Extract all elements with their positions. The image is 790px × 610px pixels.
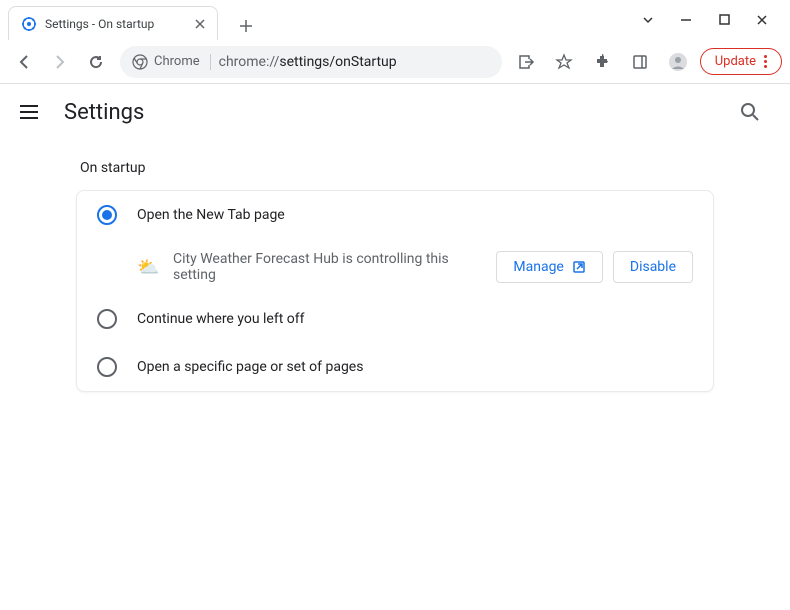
update-label: Update	[715, 54, 756, 69]
bookmark-star-icon[interactable]	[548, 46, 580, 78]
maximize-icon[interactable]	[714, 10, 734, 30]
radio-selected[interactable]	[97, 205, 117, 225]
startup-card: Open the New Tab page ⛅ City Weather For…	[76, 190, 714, 392]
minimize-icon[interactable]	[676, 10, 696, 30]
hamburger-menu-icon[interactable]	[20, 100, 44, 124]
browser-toolbar: Chrome chrome://settings/onStartup Updat…	[0, 40, 790, 84]
option-label: Continue where you left off	[137, 311, 305, 327]
weather-icon: ⛅	[137, 257, 157, 277]
chrome-chip-label: Chrome	[154, 54, 200, 69]
close-icon[interactable]	[752, 10, 772, 30]
chrome-icon	[132, 54, 148, 70]
address-bar[interactable]: Chrome chrome://settings/onStartup	[120, 46, 502, 78]
dropdown-icon[interactable]	[638, 10, 658, 30]
url-text: chrome://settings/onStartup	[219, 54, 397, 70]
tab-title: Settings - On startup	[45, 17, 187, 31]
option-label: Open a specific page or set of pages	[137, 359, 363, 375]
settings-header: Settings	[0, 84, 790, 140]
radio-unselected[interactable]	[97, 357, 117, 377]
option-continue[interactable]: Continue where you left off	[77, 295, 713, 343]
option-label: Open the New Tab page	[137, 207, 285, 223]
section-title: On startup	[76, 160, 714, 176]
reload-button[interactable]	[80, 46, 112, 78]
radio-unselected[interactable]	[97, 309, 117, 329]
extensions-icon[interactable]	[586, 46, 618, 78]
extension-notice: ⛅ City Weather Forecast Hub is controlli…	[117, 239, 713, 295]
manage-button[interactable]: Manage	[496, 251, 602, 283]
forward-button[interactable]	[44, 46, 76, 78]
profile-icon[interactable]	[662, 46, 694, 78]
tab-close-icon[interactable]	[195, 19, 205, 29]
option-specific-page[interactable]: Open a specific page or set of pages	[77, 343, 713, 391]
new-tab-button[interactable]	[232, 12, 260, 40]
external-link-icon	[572, 260, 586, 274]
back-button[interactable]	[8, 46, 40, 78]
search-icon[interactable]	[730, 92, 770, 132]
disable-button[interactable]: Disable	[613, 251, 693, 283]
browser-tab[interactable]: Settings - On startup	[8, 6, 218, 40]
page-title: Settings	[64, 100, 144, 125]
update-button[interactable]: Update	[700, 48, 782, 75]
share-icon[interactable]	[510, 46, 542, 78]
menu-dots-icon	[764, 55, 767, 68]
settings-gear-icon	[21, 16, 37, 32]
extension-message: City Weather Forecast Hub is controlling…	[173, 251, 480, 283]
manage-label: Manage	[513, 259, 563, 275]
settings-content: On startup Open the New Tab page ⛅ City …	[0, 140, 790, 392]
chrome-chip: Chrome	[132, 54, 211, 70]
option-new-tab[interactable]: Open the New Tab page	[77, 191, 713, 239]
sidepanel-icon[interactable]	[624, 46, 656, 78]
disable-label: Disable	[630, 259, 676, 275]
